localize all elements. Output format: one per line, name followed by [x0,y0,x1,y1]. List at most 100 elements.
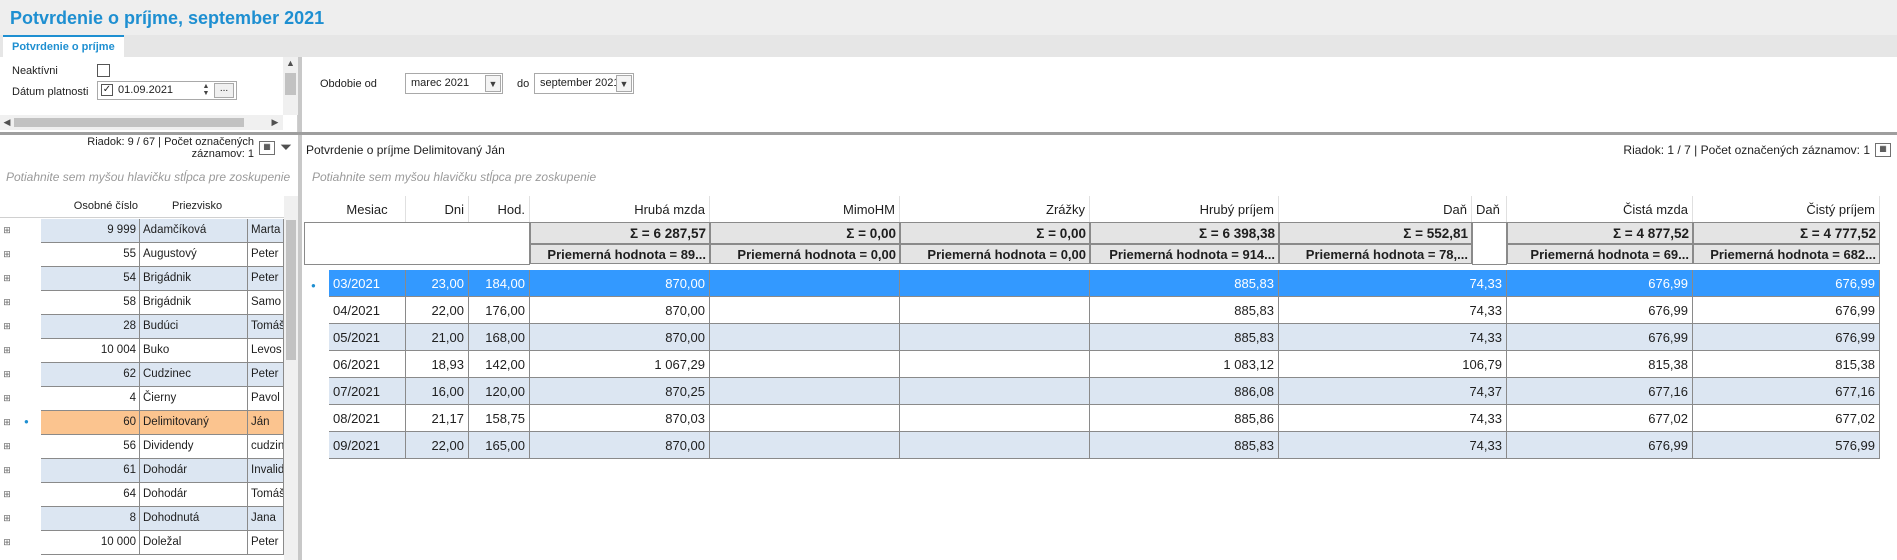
personal-number-cell[interactable]: 62 [41,363,140,387]
first-name-cell[interactable]: Levos [248,339,284,363]
table-cell[interactable]: 870,00 [530,324,710,351]
inactive-checkbox[interactable] [97,64,110,77]
table-cell[interactable]: 22,00 [406,432,469,459]
expand-icon[interactable]: ⊞ [2,322,12,332]
personal-number-cell[interactable]: 10 004 [41,339,140,363]
table-cell[interactable]: 08/2021 [329,405,406,432]
table-cell[interactable]: 676,99 [1693,324,1880,351]
col-header[interactable]: Daň [1472,196,1507,222]
surname-cell[interactable]: Dohodár [140,459,248,483]
table-cell[interactable]: 885,83 [1090,297,1279,324]
table-cell[interactable]: 176,00 [469,297,530,324]
table-cell[interactable]: 676,99 [1507,432,1693,459]
validity-date-field[interactable]: ✓ 01.09.2021 ▲ ▼ ... [97,81,237,100]
table-cell[interactable] [710,405,900,432]
table-cell[interactable]: 05/2021 [329,324,406,351]
export-icon[interactable]: ▦ [259,141,275,155]
table-cell[interactable]: 04/2021 [329,297,406,324]
table-cell[interactable]: 74,33 [1279,432,1507,459]
table-cell[interactable]: 03/2021 [329,270,406,297]
table-row[interactable]: ⊞ 28 Budúci Tomáš [0,315,284,339]
surname-cell[interactable]: Adamčíková [140,219,248,243]
personal-number-cell[interactable]: 8 [41,507,140,531]
period-from-select[interactable]: marec 2021 ▼ [405,73,503,94]
table-row[interactable]: 03/2021 23,00 184,00 870,00 885,83 74,33 676,9… [329,270,1880,297]
table-cell[interactable]: 106,79 [1279,351,1507,378]
first-name-cell[interactable]: Tomáš [248,483,284,507]
personal-number-cell[interactable]: 55 [41,243,140,267]
personal-number-cell[interactable]: 54 [41,267,140,291]
table-cell[interactable]: 677,02 [1507,405,1693,432]
surname-cell[interactable]: Augustový [140,243,248,267]
expand-icon[interactable]: ⊞ [2,418,12,428]
table-row[interactable]: ⊞ 62 Cudzinec Peter [0,363,284,387]
table-cell[interactable]: 885,83 [1090,324,1279,351]
table-cell[interactable]: 576,99 [1693,432,1880,459]
filter-icon[interactable]: ⏷ [280,139,292,156]
table-cell[interactable]: 16,00 [406,378,469,405]
expand-icon[interactable]: ⊞ [2,394,12,404]
table-cell[interactable] [900,405,1090,432]
expand-icon[interactable]: ⊞ [2,538,12,548]
expand-icon[interactable]: ⊞ [2,370,12,380]
surname-cell[interactable]: Buko [140,339,248,363]
table-cell[interactable]: 676,99 [1507,270,1693,297]
surname-cell[interactable]: Brigádnik [140,291,248,315]
expand-icon[interactable]: ⊞ [2,466,12,476]
surname-cell[interactable]: Delimitovaný [140,411,248,435]
table-cell[interactable] [710,270,900,297]
first-name-cell[interactable]: Peter [248,243,284,267]
table-cell[interactable]: 885,83 [1090,270,1279,297]
personal-number-cell[interactable]: 61 [41,459,140,483]
period-to-select[interactable]: september 2021 ▼ [534,73,634,94]
table-cell[interactable] [900,378,1090,405]
surname-cell[interactable]: Dohodnutá [140,507,248,531]
first-name-cell[interactable]: Marta [248,219,284,243]
table-row[interactable]: ⊞ 9 999 Adamčíková Marta [0,219,284,243]
first-name-cell[interactable]: Ján [248,411,284,435]
surname-cell[interactable]: Doležal [140,531,248,555]
table-cell[interactable]: 815,38 [1507,351,1693,378]
table-cell[interactable]: 09/2021 [329,432,406,459]
table-cell[interactable]: 676,99 [1693,297,1880,324]
col-header[interactable]: Čistý príjem [1693,196,1880,222]
date-spin-icon[interactable]: ▲ ▼ [200,83,212,98]
left-grid-scroll-thumb[interactable] [286,220,296,360]
table-cell[interactable]: 676,99 [1507,297,1693,324]
personal-number-cell[interactable]: 4 [41,387,140,411]
expand-icon[interactable]: ⊞ [2,274,12,284]
scroll-right-icon[interactable]: ▶ [270,117,280,128]
table-cell[interactable]: 23,00 [406,270,469,297]
table-cell[interactable]: 885,86 [1090,405,1279,432]
table-row[interactable]: ⊞ 8 Dohodnutá Jana [0,507,284,531]
horizontal-splitter[interactable] [0,132,1897,135]
table-cell[interactable]: 168,00 [469,324,530,351]
first-name-cell[interactable]: Jana [248,507,284,531]
table-row[interactable]: 04/2021 22,00 176,00 870,00 885,83 74,33 676,9… [329,297,1880,324]
table-row[interactable]: 09/2021 22,00 165,00 870,00 885,83 74,33 676,9… [329,432,1880,459]
table-row[interactable]: ⊞ ● 60 Delimitovaný Ján [0,411,284,435]
surname-cell[interactable]: Brigádnik [140,267,248,291]
personal-number-cell[interactable]: 58 [41,291,140,315]
expand-icon[interactable]: ⊞ [2,346,12,356]
table-cell[interactable] [710,378,900,405]
surname-cell[interactable]: Budúci [140,315,248,339]
table-cell[interactable] [710,351,900,378]
date-picker-button[interactable]: ... [214,83,234,98]
table-cell[interactable]: 18,93 [406,351,469,378]
table-cell[interactable] [900,324,1090,351]
first-name-cell[interactable]: Pavol [248,387,284,411]
table-row[interactable]: ⊞ 55 Augustový Peter [0,243,284,267]
table-row[interactable]: 07/2021 16,00 120,00 870,25 886,08 74,37 677,1… [329,378,1880,405]
table-cell[interactable]: 165,00 [469,432,530,459]
table-cell[interactable] [710,297,900,324]
table-cell[interactable]: 870,25 [530,378,710,405]
table-cell[interactable]: 06/2021 [329,351,406,378]
table-row[interactable]: ⊞ 56 Dividendy cudzin [0,435,284,459]
col-header[interactable]: Mesiac [329,196,406,222]
col-header[interactable]: Čistá mzda [1507,196,1693,222]
table-cell[interactable] [900,270,1090,297]
col-header[interactable]: Zrážky [900,196,1090,222]
col-header[interactable]: Dni [406,196,469,222]
table-cell[interactable]: 184,00 [469,270,530,297]
